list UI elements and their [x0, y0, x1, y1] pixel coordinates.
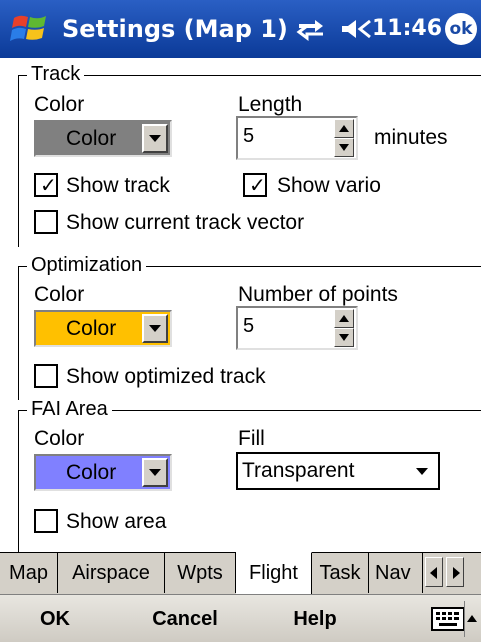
title-bar: Settings (Map 1) 11:46 ok	[0, 0, 481, 58]
keyboard-icon[interactable]	[431, 607, 465, 631]
show-optimized-checkbox[interactable]	[34, 364, 58, 388]
tab-scroll-right-button[interactable]	[446, 557, 464, 587]
arrow-up-icon	[339, 315, 349, 322]
stepper-up-button[interactable]	[334, 309, 354, 328]
optimization-color-button-label: Color	[66, 317, 117, 340]
chevron-down-icon	[149, 135, 161, 142]
tab-strip: Map Airspace Wpts Flight Task Nav	[0, 552, 481, 594]
fai-color-dropdown-button[interactable]	[142, 458, 168, 487]
cancel-button[interactable]: Cancel	[130, 595, 240, 642]
fai-area-legend: FAI Area	[27, 397, 112, 421]
optimization-color-label: Color	[34, 283, 85, 306]
fill-label: Fill	[238, 427, 265, 450]
track-color-picker[interactable]: Color	[34, 120, 172, 157]
tab-map[interactable]: Map	[0, 553, 58, 593]
clock[interactable]: 11:46	[372, 10, 442, 48]
stepper-arrows	[334, 309, 354, 347]
show-area-label[interactable]: Show area	[66, 509, 166, 535]
tab-nav[interactable]: Nav	[369, 553, 423, 593]
menu-divider	[464, 601, 465, 637]
connectivity-icon[interactable]	[295, 16, 327, 42]
show-vario-label[interactable]: Show vario	[277, 173, 381, 199]
stepper-up-button[interactable]	[334, 119, 354, 138]
arrow-down-icon	[339, 334, 349, 341]
points-stepper[interactable]: 5	[236, 306, 358, 350]
settings-content: Track Color Color Length 5 minutes ✓ Sho…	[0, 58, 481, 552]
show-vario-checkbox[interactable]: ✓	[243, 173, 267, 197]
fai-color-button-label: Color	[66, 461, 117, 484]
arrow-down-icon	[339, 144, 349, 151]
volume-icon[interactable]	[338, 16, 372, 42]
track-color-button-label: Color	[66, 127, 117, 150]
windows-start-icon[interactable]	[10, 10, 50, 48]
track-color-dropdown-button[interactable]	[142, 124, 168, 153]
tab-flight[interactable]: Flight	[236, 552, 312, 594]
fill-select[interactable]: Transparent	[236, 452, 440, 490]
arrow-left-icon	[430, 567, 437, 579]
show-area-checkbox[interactable]	[34, 509, 58, 533]
menu-bar: OK Cancel Help	[0, 594, 481, 642]
optimization-legend: Optimization	[27, 253, 147, 277]
track-legend: Track	[27, 62, 85, 86]
track-color-label: Color	[34, 93, 85, 116]
optimization-color-dropdown-button[interactable]	[142, 314, 168, 343]
optimization-color-picker[interactable]: Color	[34, 310, 172, 347]
chevron-down-icon	[149, 469, 161, 476]
tab-wpts[interactable]: Wpts	[165, 553, 236, 593]
show-track-vector-label[interactable]: Show current track vector	[66, 210, 304, 236]
stepper-down-button[interactable]	[334, 328, 354, 347]
chevron-down-icon	[149, 325, 161, 332]
points-value[interactable]: 5	[243, 315, 254, 338]
window-title: Settings (Map 1)	[62, 15, 288, 43]
chevron-down-icon	[416, 468, 428, 475]
stepper-arrows	[334, 119, 354, 157]
tab-scroll-left-button[interactable]	[425, 557, 443, 587]
track-length-unit: minutes	[374, 126, 448, 149]
points-label: Number of points	[238, 283, 398, 306]
stepper-down-button[interactable]	[334, 138, 354, 157]
arrow-up-icon	[339, 125, 349, 132]
ok-button[interactable]: OK	[20, 595, 90, 642]
input-panel-arrow-icon[interactable]	[467, 615, 477, 622]
help-button[interactable]: Help	[270, 595, 360, 642]
check-icon: ✓	[249, 173, 266, 197]
track-length-label: Length	[238, 93, 303, 116]
show-track-vector-checkbox[interactable]	[34, 210, 58, 234]
show-optimized-label[interactable]: Show optimized track	[66, 364, 266, 390]
arrow-right-icon	[453, 567, 460, 579]
track-length-stepper[interactable]: 5	[236, 116, 358, 160]
tab-task[interactable]: Task	[312, 553, 369, 593]
track-length-value[interactable]: 5	[243, 125, 254, 148]
tab-airspace[interactable]: Airspace	[58, 553, 165, 593]
fill-select-value: Transparent	[242, 459, 355, 482]
ok-title-button[interactable]: ok	[445, 13, 477, 45]
check-icon: ✓	[40, 173, 57, 197]
show-track-checkbox[interactable]: ✓	[34, 173, 58, 197]
show-track-label[interactable]: Show track	[66, 173, 170, 199]
fai-color-label: Color	[34, 427, 85, 450]
fai-color-picker[interactable]: Color	[34, 454, 172, 491]
